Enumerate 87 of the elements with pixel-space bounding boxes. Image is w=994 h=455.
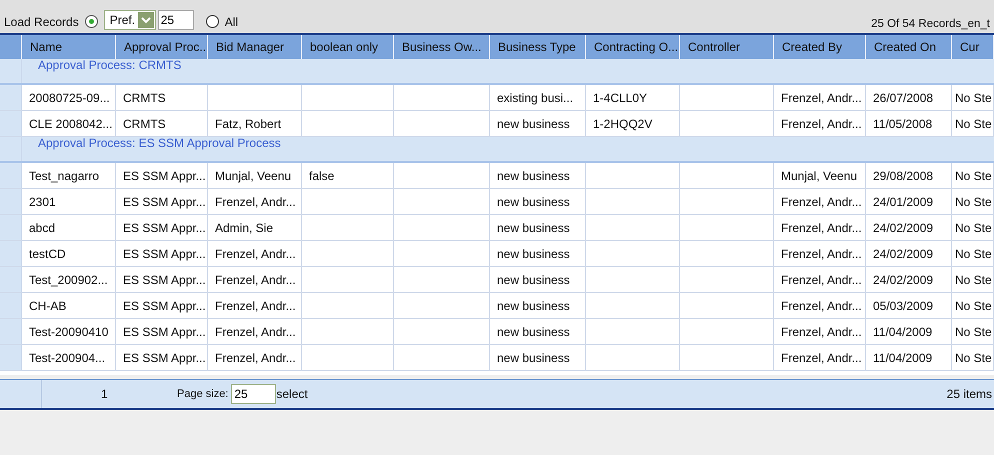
table-cell: false: [302, 163, 394, 189]
table-cell: Frenzel, Andr...: [774, 319, 866, 345]
table-cell: 24/01/2009: [866, 189, 952, 215]
table-cell: 26/07/2008: [866, 85, 952, 111]
table-cell: No Ste: [952, 163, 994, 189]
table-cell: No Ste: [952, 85, 994, 111]
table-cell: Test_nagarro: [22, 163, 116, 189]
table-cell: 24/02/2009: [866, 215, 952, 241]
table-cell: 2301: [22, 189, 116, 215]
table-cell: Test-200904...: [22, 345, 116, 371]
page-size-label: Page size:: [177, 388, 228, 400]
caret-icon: [138, 12, 154, 28]
table-cell: new business: [490, 319, 586, 345]
table-cell: Frenzel, Andr...: [774, 267, 866, 293]
row-selector[interactable]: [0, 267, 22, 293]
table-cell: 11/04/2009: [866, 345, 952, 371]
table-cell: No Ste: [952, 189, 994, 215]
table-cell: Frenzel, Andr...: [208, 241, 302, 267]
table-cell: Frenzel, Andr...: [208, 319, 302, 345]
row-selector[interactable]: [0, 293, 22, 319]
table-cell: Frenzel, Andr...: [774, 345, 866, 371]
page-size-field[interactable]: 25: [231, 384, 276, 404]
table-cell: Frenzel, Andr...: [208, 345, 302, 371]
table-cell: No Ste: [952, 241, 994, 267]
table-cell: Admin, Sie: [208, 215, 302, 241]
row-selector[interactable]: [0, 163, 22, 189]
load-records-label: Load Records: [4, 14, 79, 30]
table-cell: Test_200902...: [22, 267, 116, 293]
row-selector[interactable]: [0, 111, 22, 137]
table-cell: Frenzel, Andr...: [774, 215, 866, 241]
table-cell: ES SSM Appr...: [116, 215, 208, 241]
radio-label: All: [224, 14, 238, 30]
preference-dropdown[interactable]: Pref.: [104, 10, 156, 30]
table-cell: ES SSM Appr...: [116, 163, 208, 189]
table-cell: abcd: [22, 215, 116, 241]
radio-button[interactable]: [206, 15, 219, 28]
table-cell: No Ste: [952, 215, 994, 241]
radio-button[interactable]: [84, 15, 98, 28]
record-count-text: 25 Of 54 Records_en_t: [871, 18, 990, 30]
table-cell: CRMTS: [116, 85, 208, 111]
table-cell: 24/02/2009: [866, 241, 952, 267]
table-cell: No Ste: [952, 293, 994, 319]
table-cell: Frenzel, Andr...: [774, 85, 866, 111]
table-cell: No Ste: [952, 319, 994, 345]
table-cell: new business: [490, 215, 586, 241]
table-cell: No Ste: [952, 345, 994, 371]
table-cell: new business: [490, 163, 586, 189]
page-number[interactable]: 1: [101, 387, 115, 401]
table-cell: Munjal, Veenu: [208, 163, 302, 189]
table-cell: 20080725-09...: [22, 85, 116, 111]
row-selector[interactable]: [0, 215, 22, 241]
table-cell: 11/04/2009: [866, 319, 952, 345]
table-cell: new business: [490, 267, 586, 293]
table-cell: new business: [490, 241, 586, 267]
table-cell: 1-4CLL0Y: [586, 85, 680, 111]
table-cell: ES SSM Appr...: [116, 345, 208, 371]
table-cell: Frenzel, Andr...: [774, 241, 866, 267]
table-cell: 24/02/2009: [866, 267, 952, 293]
table-cell: ES SSM Appr...: [116, 189, 208, 215]
row-selector[interactable]: [0, 319, 22, 345]
table-cell: Frenzel, Andr...: [208, 293, 302, 319]
row-selector[interactable]: [0, 241, 22, 267]
table-cell: Frenzel, Andr...: [774, 189, 866, 215]
table-cell: new business: [490, 189, 586, 215]
select-link[interactable]: select: [276, 387, 308, 401]
item-count: 25 items: [946, 387, 992, 401]
table-cell: 29/08/2008: [866, 163, 952, 189]
table-cell: Frenzel, Andr...: [208, 189, 302, 215]
table-cell: new business: [490, 345, 586, 371]
table-cell: testCD: [22, 241, 116, 267]
record-count-field[interactable]: 25: [158, 10, 194, 30]
table-cell: CH-AB: [22, 293, 116, 319]
row-selector[interactable]: [0, 189, 22, 215]
row-selector[interactable]: [0, 345, 22, 371]
table-cell: Munjal, Veenu: [774, 163, 866, 189]
table-cell: Frenzel, Andr...: [774, 293, 866, 319]
table-cell: Test-20090410: [22, 319, 116, 345]
table-cell: 05/03/2009: [866, 293, 952, 319]
table-cell: No Ste: [952, 267, 994, 293]
table-cell: existing busi...: [490, 85, 586, 111]
row-selector[interactable]: [0, 85, 22, 111]
table-cell: Frenzel, Andr...: [208, 267, 302, 293]
table-cell: ES SSM Appr...: [116, 319, 208, 345]
table-cell: new business: [490, 293, 586, 319]
table-cell: ES SSM Appr...: [116, 293, 208, 319]
table-cell: ES SSM Appr...: [116, 267, 208, 293]
table-cell: ES SSM Appr...: [116, 241, 208, 267]
